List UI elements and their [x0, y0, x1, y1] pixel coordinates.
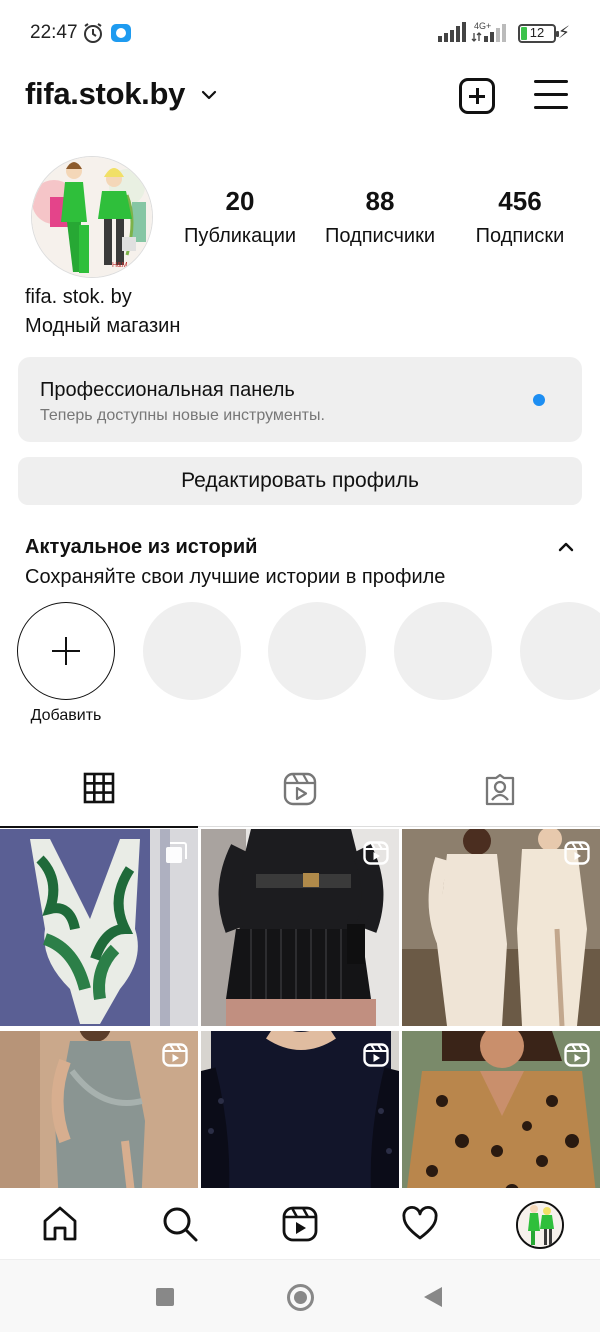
add-highlight-button[interactable] [17, 602, 115, 700]
highlight-placeholder [394, 602, 492, 700]
app-notification-icon [111, 24, 131, 42]
new-indicator-dot [533, 394, 545, 406]
bio: Модный магазин [25, 315, 181, 337]
alarm-icon [84, 23, 102, 43]
active-tab-indicator [0, 826, 198, 828]
stat-posts-label: Публикации [183, 225, 297, 247]
back-button[interactable] [424, 1287, 442, 1307]
new-post-button[interactable] [459, 78, 495, 114]
profile-avatar[interactable]: H&M [31, 156, 153, 278]
highlights-subtitle: Сохраняйте свои лучшие истории в профиле [25, 566, 446, 588]
battery-icon: 12 [518, 24, 559, 43]
highlight-placeholder [268, 602, 366, 700]
stat-followers-value: 88 [365, 186, 395, 216]
reels-icon[interactable] [280, 1204, 320, 1244]
stat-followers-label: Подписчики [324, 225, 436, 247]
professional-dashboard[interactable]: Профессиональная панель Теперь доступны … [18, 357, 582, 442]
stat-posts[interactable]: 20 Публикации [170, 186, 310, 248]
pro-panel-title: Профессиональная панель [40, 379, 295, 401]
highlights-title: Актуальное из историй [25, 536, 258, 558]
reel-icon [564, 1043, 590, 1067]
profile-avatar[interactable] [516, 1201, 564, 1249]
reel-icon [363, 1043, 389, 1067]
tab-reels[interactable] [200, 757, 400, 827]
reels-icon [283, 772, 317, 806]
post-thumbnail[interactable] [201, 829, 399, 1026]
bottom-navigation [0, 1188, 600, 1260]
stat-following-label: Подписки [475, 225, 565, 247]
stat-followers[interactable]: 88 Подписчики [310, 186, 450, 248]
tab-tagged[interactable] [400, 757, 600, 827]
reel-icon [162, 1043, 188, 1067]
reel-icon [363, 841, 389, 865]
battery-percent: 12 [529, 25, 545, 40]
status-time: 22:47 [30, 22, 78, 43]
home-icon[interactable] [40, 1204, 80, 1244]
network-label: 4G+ [474, 21, 491, 31]
multi-photo-icon [166, 842, 187, 863]
username-switcher[interactable]: fifa.stok.by [25, 76, 185, 112]
tab-grid[interactable] [0, 757, 200, 828]
system-navigation-bar [0, 1260, 600, 1332]
svg-text:H&M: H&M [112, 262, 128, 269]
home-button[interactable] [287, 1284, 314, 1311]
recent-apps-button[interactable] [156, 1288, 174, 1306]
add-highlight-label: Добавить [30, 707, 102, 724]
stat-posts-value: 20 [225, 186, 255, 216]
highlight-placeholder [143, 602, 241, 700]
chevron-up-icon[interactable] [558, 540, 574, 554]
stat-following-value: 456 [498, 186, 542, 216]
heart-icon[interactable] [400, 1204, 440, 1244]
edit-profile-button[interactable]: Редактировать профиль [18, 457, 582, 505]
highlight-placeholder [520, 602, 600, 700]
post-thumbnail[interactable] [402, 829, 600, 1026]
tagged-icon [485, 773, 515, 806]
grid-icon [83, 772, 115, 804]
profile-stats: 20 Публикации 88 Подписчики 456 Подписки [170, 186, 590, 248]
signal-icon [438, 22, 466, 42]
reel-icon [564, 841, 590, 865]
search-icon[interactable] [160, 1204, 200, 1244]
display-name: fifa. stok. by [25, 286, 132, 308]
profile-tabs [0, 757, 600, 828]
charging-icon: ⚡ [558, 23, 570, 42]
network-icon: 4G+ [471, 21, 506, 42]
stat-following[interactable]: 456 Подписки [450, 186, 590, 248]
post-thumbnail[interactable] [0, 829, 198, 1026]
pro-panel-subtitle: Теперь доступны новые инструменты. [40, 407, 325, 424]
menu-button[interactable] [534, 80, 568, 110]
posts-grid [0, 829, 600, 1228]
status-bar: 22:47 4G+ 12 ⚡ [0, 0, 600, 66]
chevron-down-icon[interactable] [200, 86, 218, 104]
